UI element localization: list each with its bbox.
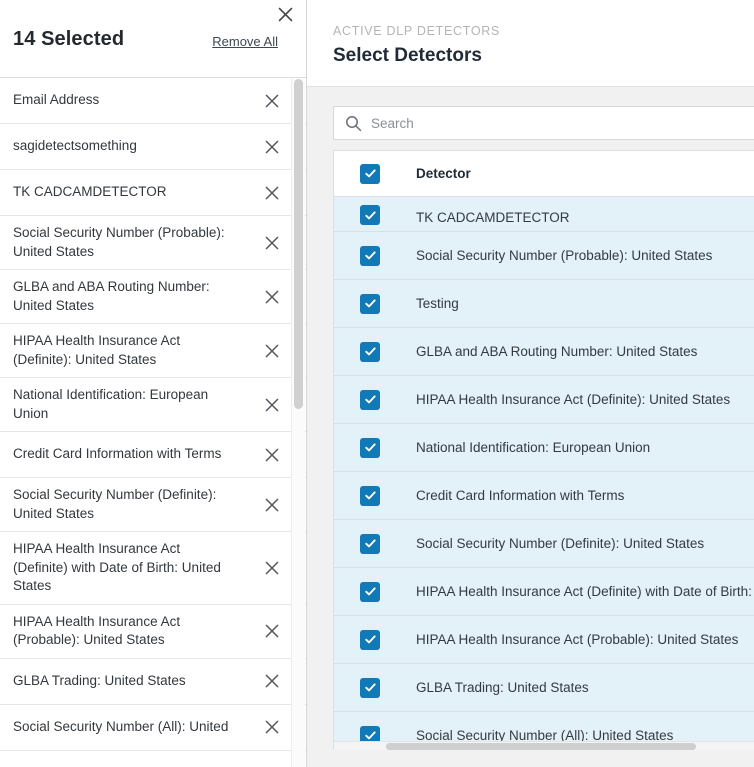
table-row[interactable]: Social Security Number (Probable): Unite… [334, 232, 754, 280]
selected-item: Email Address [0, 78, 306, 124]
remove-selected-item-button[interactable] [262, 671, 282, 691]
detector-name-cell: HIPAA Health Insurance Act (Definite) wi… [416, 584, 754, 599]
selected-item: HIPAA Health Insurance Act (Definite) wi… [0, 532, 306, 605]
selected-item-label: sagidetectsomething [13, 138, 137, 154]
remove-selected-item-button[interactable] [262, 558, 282, 578]
page-title: Select Detectors [333, 45, 482, 66]
selected-item-label: National Identification: European Union [13, 387, 209, 421]
breadcrumb-eyebrow: ACTIVE DLP DETECTORS [333, 24, 501, 38]
selected-item-label: Email Address [13, 92, 100, 108]
detector-name-cell: HIPAA Health Insurance Act (Definite): U… [416, 392, 731, 407]
left-panel-close-row [0, 0, 306, 26]
detector-name-cell: Social Security Number (Probable): Unite… [416, 248, 713, 263]
selected-detectors-panel: 14 Selected Remove All Email Address sagi… [0, 0, 307, 767]
select-detectors-header: ACTIVE DLP DETECTORS Select Detectors [307, 0, 754, 87]
row-checkbox[interactable] [360, 677, 380, 698]
left-panel-scrollbar-thumb[interactable] [294, 79, 303, 409]
selected-item: HIPAA Health Insurance Act (Probable): U… [0, 604, 306, 659]
column-header-detector: Detector [416, 166, 471, 181]
left-panel-scrollbar[interactable] [291, 79, 305, 767]
selected-item-label: TK CADCAMDETECTOR [13, 184, 167, 200]
selected-item-label: GLBA Trading: United States [13, 672, 186, 688]
remove-selected-item-button[interactable] [262, 717, 282, 737]
detector-selection-dialog: 14 Selected Remove All Email Address sagi… [0, 0, 754, 767]
selected-item-label: Credit Card Information with Terms [13, 446, 222, 462]
selected-panel-header: 14 Selected Remove All [0, 26, 306, 78]
table-row[interactable]: HIPAA Health Insurance Act (Definite): U… [334, 376, 754, 424]
selected-item: sagidetectsomething [0, 124, 306, 170]
selected-item: GLBA Trading: United States [0, 658, 306, 705]
row-checkbox[interactable] [360, 629, 380, 650]
table-row[interactable]: HIPAA Health Insurance Act (Definite) wi… [334, 568, 754, 616]
remove-selected-item-button[interactable] [262, 91, 282, 111]
select-detectors-body: Detector TK CADCAMDETECTOR Social Securit… [307, 87, 754, 767]
search-icon [345, 115, 362, 132]
detectors-table-horizontal-scrollbar-thumb[interactable] [386, 743, 696, 750]
detector-name-cell: National Identification: European Union [416, 440, 651, 455]
row-checkbox[interactable] [360, 389, 380, 410]
selected-item: Credit Card Information with Terms [0, 432, 306, 478]
detector-name-cell: TK CADCAMDETECTOR [416, 210, 570, 225]
selected-item: National Identification: European Union [0, 378, 306, 432]
row-checkbox[interactable] [360, 533, 380, 554]
row-checkbox[interactable] [360, 581, 380, 602]
select-detectors-panel: ACTIVE DLP DETECTORS Select Detectors Se… [307, 0, 754, 767]
selected-item-label: GLBA and ABA Routing Number: United Stat… [13, 279, 210, 313]
table-row[interactable]: HIPAA Health Insurance Act (Probable): U… [334, 616, 754, 664]
row-checkbox[interactable] [360, 341, 380, 362]
search-input[interactable] [371, 107, 754, 139]
remove-all-link[interactable]: Remove All [212, 29, 278, 55]
table-row[interactable]: TK CADCAMDETECTOR [334, 197, 754, 232]
selected-item-label: Social Security Number (Definite): Unite… [13, 487, 217, 521]
detector-name-cell: HIPAA Health Insurance Act (Probable): U… [416, 632, 739, 647]
remove-selected-item-button[interactable] [262, 233, 282, 253]
row-checkbox[interactable] [360, 245, 380, 266]
selected-item: HIPAA Health Insurance Act (Definite): U… [0, 324, 306, 378]
detectors-row-container: TK CADCAMDETECTOR Social Security Number … [334, 197, 754, 750]
selected-item-label: HIPAA Health Insurance Act (Probable): U… [13, 613, 181, 648]
selected-item: TK CADCAMDETECTOR [0, 170, 306, 216]
selected-item: Social Security Number (All): United [0, 704, 306, 751]
row-checkbox[interactable] [360, 437, 380, 458]
row-checkbox[interactable] [360, 293, 380, 314]
selected-item-label: HIPAA Health Insurance Act (Definite) wi… [13, 541, 221, 593]
table-row[interactable]: Credit Card Information with Terms [334, 472, 754, 520]
search-box[interactable] [333, 106, 754, 140]
selected-detectors-list[interactable]: Email Address sagidetectsomething TK CADCA… [0, 78, 306, 767]
selected-item: Social Security Number (Definite): Unite… [0, 478, 306, 532]
remove-selected-item-button[interactable] [262, 183, 282, 203]
close-panel-button[interactable] [274, 3, 296, 25]
table-row[interactable]: GLBA Trading: United States [334, 664, 754, 712]
detector-name-cell: GLBA and ABA Routing Number: United Stat… [416, 344, 698, 359]
table-row[interactable]: Social Security Number (Definite): Unite… [334, 520, 754, 568]
detectors-table: Detector TK CADCAMDETECTOR Social Securit… [333, 150, 754, 750]
table-row[interactable]: National Identification: European Union [334, 424, 754, 472]
row-checkbox[interactable] [360, 205, 380, 225]
detectors-table-horizontal-scrollbar[interactable] [334, 741, 754, 750]
detector-name-cell: Testing [416, 296, 459, 311]
select-all-checkbox[interactable] [360, 163, 380, 184]
remove-selected-item-button[interactable] [262, 445, 282, 465]
remove-selected-item-button[interactable] [262, 341, 282, 361]
selected-item-label: HIPAA Health Insurance Act (Definite): U… [13, 333, 181, 367]
row-checkbox[interactable] [360, 485, 380, 506]
detector-name-cell: Credit Card Information with Terms [416, 488, 625, 503]
detectors-table-header-row: Detector [334, 151, 754, 197]
remove-selected-item-button[interactable] [262, 137, 282, 157]
selected-item-label: Social Security Number (All): United [13, 718, 229, 734]
remove-selected-item-button[interactable] [262, 395, 282, 415]
detector-name-cell: Social Security Number (Definite): Unite… [416, 536, 705, 551]
selected-item-label: Social Security Number (Probable): Unite… [13, 225, 225, 259]
selected-item: Social Security Number (Probable): Unite… [0, 216, 306, 270]
remove-selected-item-button[interactable] [262, 287, 282, 307]
selected-count-label: 14 Selected [13, 28, 125, 50]
table-row[interactable]: GLBA and ABA Routing Number: United Stat… [334, 328, 754, 376]
table-row[interactable]: Testing [334, 280, 754, 328]
remove-selected-item-button[interactable] [262, 495, 282, 515]
remove-selected-item-button[interactable] [262, 621, 282, 641]
selected-item: GLBA and ABA Routing Number: United Stat… [0, 270, 306, 324]
detector-name-cell: GLBA Trading: United States [416, 680, 589, 695]
